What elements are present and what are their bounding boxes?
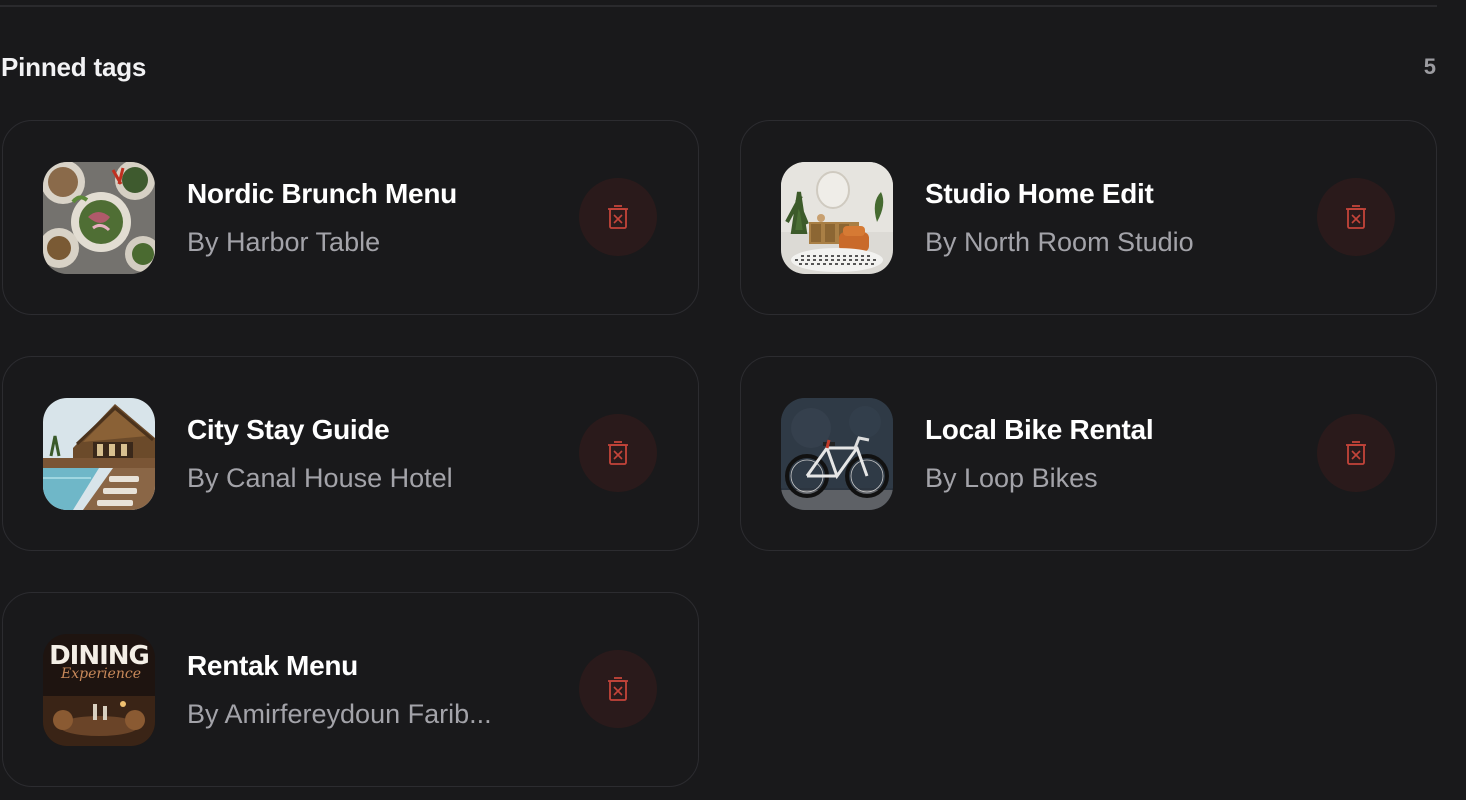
tag-info: Rentak Menu By Amirfereydoun Farib... xyxy=(187,649,547,731)
tag-title: City Stay Guide xyxy=(187,413,390,445)
section-count: 5 xyxy=(1423,54,1436,79)
pinned-tag-card[interactable]: Local Bike Rental By Loop Bikes xyxy=(740,356,1437,551)
tag-author: By Canal House Hotel xyxy=(187,462,453,493)
pinned-tags-page: Pinned tags 5 Nordic Brunch Menu By Harb… xyxy=(0,0,1466,800)
tag-title: Rentak Menu xyxy=(187,649,358,681)
pinned-tag-card[interactable]: City Stay Guide By Canal House Hotel xyxy=(2,356,699,551)
living-room-thumbnail xyxy=(781,161,893,274)
pinned-tag-card[interactable]: Studio Home Edit By North Room Studio xyxy=(740,120,1437,315)
tag-title: Nordic Brunch Menu xyxy=(187,177,457,209)
trash-icon xyxy=(608,205,628,229)
tag-title: Studio Home Edit xyxy=(925,177,1154,209)
tag-info: City Stay Guide By Canal House Hotel xyxy=(187,413,547,495)
pinned-tags-grid: Nordic Brunch Menu By Harbor Table Studi… xyxy=(2,120,1437,787)
tag-author: By North Room Studio xyxy=(925,226,1194,257)
pinned-tag-card[interactable]: Nordic Brunch Menu By Harbor Table xyxy=(2,120,699,315)
tag-author: By Harbor Table xyxy=(187,226,381,257)
dining-poster-thumbnail: DINING Experience xyxy=(43,633,155,746)
trash-icon xyxy=(608,677,628,701)
bicycle-thumbnail xyxy=(781,397,893,510)
tag-info: Nordic Brunch Menu By Harbor Table xyxy=(187,177,547,259)
trash-icon xyxy=(1346,441,1366,465)
tag-info: Studio Home Edit By North Room Studio xyxy=(925,177,1285,259)
tag-author: By Amirfereydoun Farib... xyxy=(187,698,492,729)
delete-tag-button[interactable] xyxy=(579,650,657,728)
trash-icon xyxy=(1346,205,1366,229)
delete-tag-button[interactable] xyxy=(1317,414,1395,492)
delete-tag-button[interactable] xyxy=(1317,178,1395,256)
tag-title: Local Bike Rental xyxy=(925,413,1154,445)
resort-pool-thumbnail xyxy=(43,397,155,510)
trash-icon xyxy=(608,441,628,465)
section-title: Pinned tags xyxy=(1,51,147,82)
top-divider xyxy=(0,5,1437,7)
tag-info: Local Bike Rental By Loop Bikes xyxy=(925,413,1285,495)
delete-tag-button[interactable] xyxy=(579,414,657,492)
section-header: Pinned tags 5 xyxy=(1,50,1437,84)
food-plates-thumbnail xyxy=(43,161,155,274)
pinned-tag-card[interactable]: DINING Experience Rentak Menu By Amirfer… xyxy=(2,592,699,787)
poster-subtitle-text: Experience xyxy=(60,666,141,682)
delete-tag-button[interactable] xyxy=(579,178,657,256)
tag-author: By Loop Bikes xyxy=(925,462,1098,493)
